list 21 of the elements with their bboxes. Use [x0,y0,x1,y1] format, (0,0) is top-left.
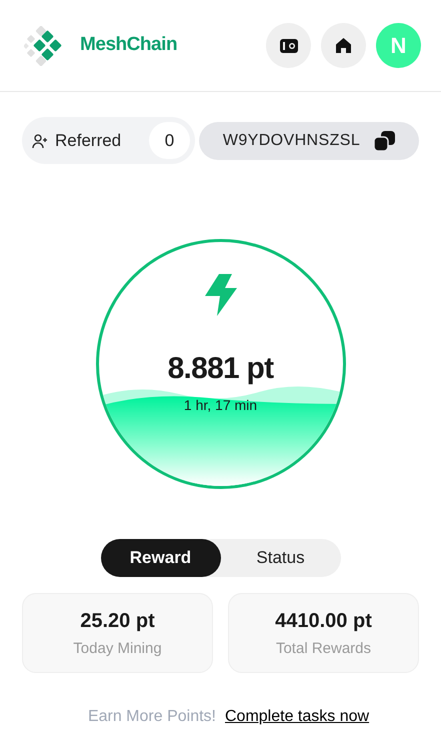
stat-label: Today Mining [73,638,162,659]
complete-tasks-link[interactable]: Complete tasks now [225,705,370,729]
tab[interactable]: Status [220,539,340,577]
wallet-button[interactable] [266,23,311,68]
stat-value: 25.20 pt [80,608,155,634]
referred-label: Referred [55,130,122,152]
add-user-icon [32,132,48,148]
home-button[interactable] [321,23,366,68]
brand-name: MeshChain [80,33,178,58]
wallet-icon [280,38,298,52]
copy-icon [374,130,396,150]
mining-points: 8.881 pt [168,351,274,387]
stat-value: 4410.00 pt [275,608,372,634]
tab[interactable]: Reward [100,539,220,577]
lightning-icon [204,274,236,316]
referred-count: 0 [149,122,190,159]
mining-duration: 1 hr, 17 min [184,396,258,415]
home-icon [335,37,352,54]
stat-label: Total Rewards [276,638,372,659]
earn-more-text: Earn More Points! [88,707,216,727]
referral-code-button[interactable]: W9YDOVHNSZSL [199,122,419,160]
